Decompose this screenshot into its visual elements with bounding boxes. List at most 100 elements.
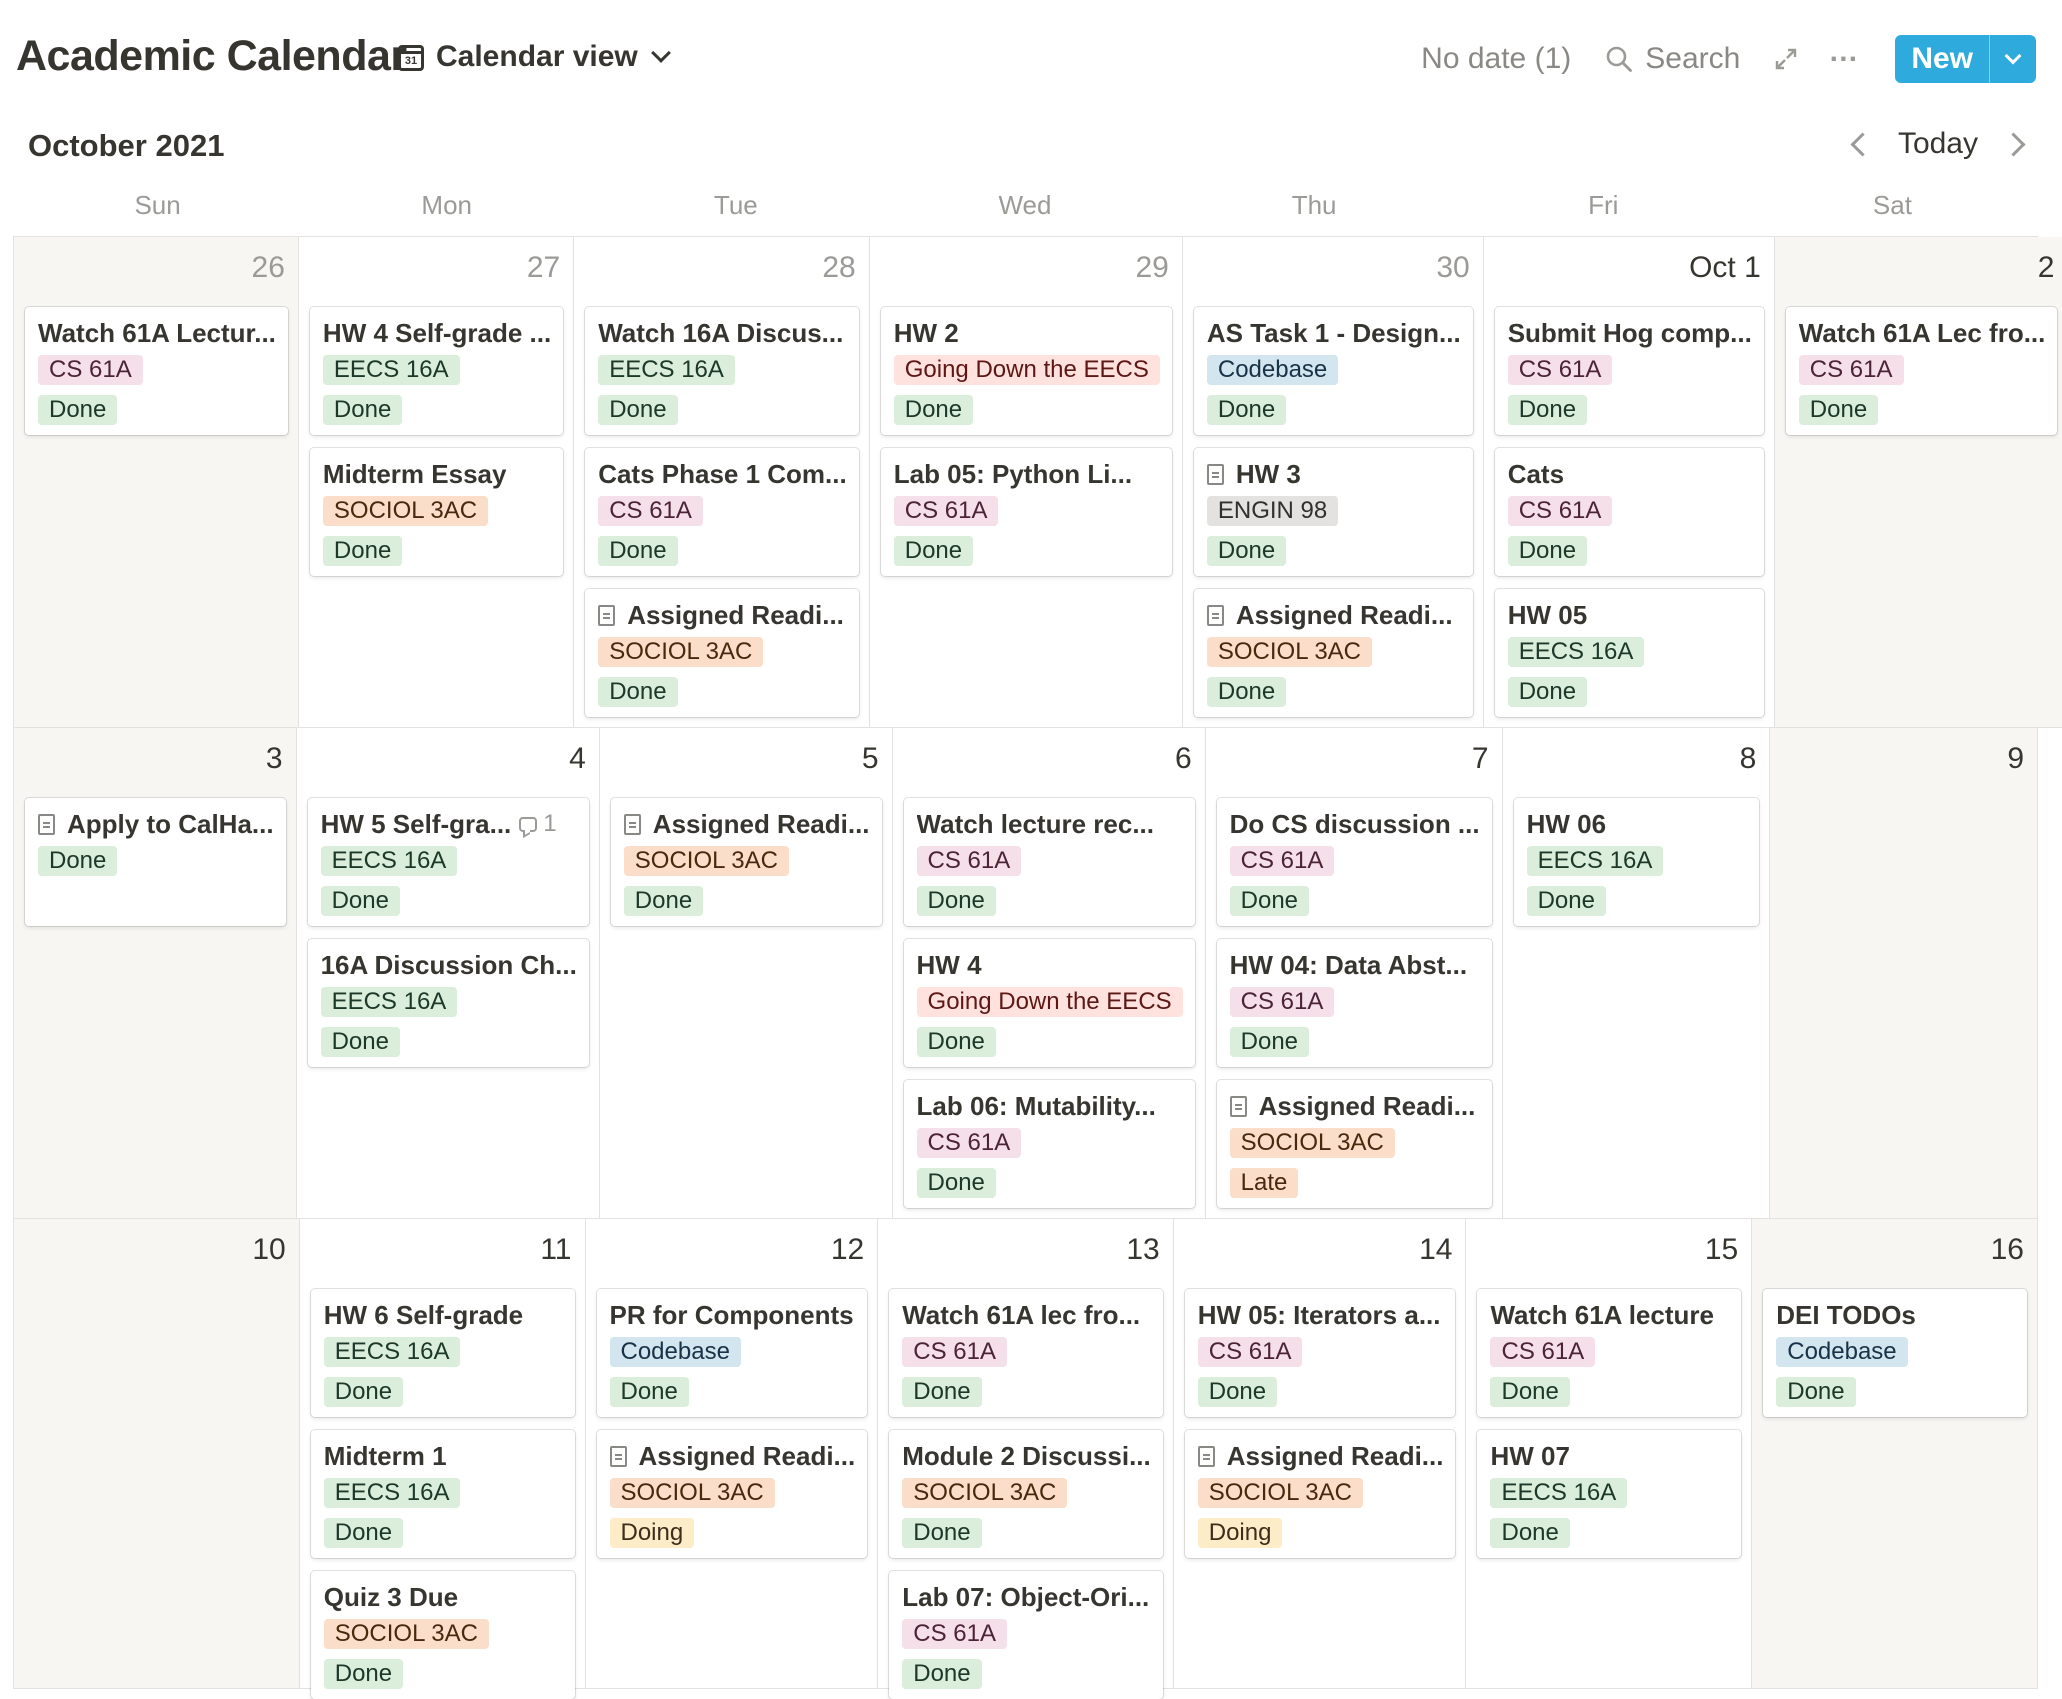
event-title: HW 05: Iterators a... xyxy=(1197,1300,1441,1330)
status-row: Done xyxy=(1229,1023,1480,1063)
course-tag: CS 61A xyxy=(598,496,703,526)
event-card[interactable]: Watch lecture rec... CS 61A Done xyxy=(903,798,1195,926)
event-card[interactable]: DEI TODOs Codebase Done xyxy=(1763,1289,2027,1417)
event-card[interactable]: HW 07 EECS 16A Done xyxy=(1477,1430,1742,1558)
status-row: Done xyxy=(902,1373,1151,1413)
calendar-day-cell[interactable]: Oct 1 Submit Hog comp... CS 61A Done Cats CS … xyxy=(1483,237,1775,728)
more-options-icon[interactable]: … xyxy=(1828,37,1859,67)
today-button[interactable]: Today xyxy=(1898,127,1978,161)
event-title: Cats xyxy=(1507,459,1565,489)
event-card[interactable]: HW 3 ENGIN 98 Done xyxy=(1193,448,1473,576)
day-number: 6 xyxy=(1174,742,1192,775)
calendar-day-cell[interactable]: 11 HW 6 Self-grade EECS 16A Done Midterm 1 EE… xyxy=(299,1219,586,1699)
event-card[interactable]: HW 05 EECS 16A Done xyxy=(1494,589,1764,717)
event-card[interactable]: Cats CS 61A Done xyxy=(1494,448,1764,576)
calendar-view-selector[interactable]: 31 Calendar view xyxy=(398,40,671,74)
event-card[interactable]: HW 05: Iterators a... CS 61A Done xyxy=(1184,1289,1456,1417)
event-title-row: HW 2 xyxy=(894,315,1160,351)
calendar-day-cell[interactable]: 7 Do CS discussion ... CS 61A Done HW 04: Da… xyxy=(1205,728,1503,1219)
course-tag: EECS 16A xyxy=(598,355,735,385)
day-number: 16 xyxy=(1990,1233,2024,1266)
event-card[interactable]: HW 04: Data Abst... CS 61A Done xyxy=(1216,939,1492,1067)
event-card[interactable]: Watch 61A lecture CS 61A Done xyxy=(1477,1289,1742,1417)
calendar-day-cell[interactable]: 14 HW 05: Iterators a... CS 61A Done Assigne… xyxy=(1173,1219,1467,1689)
event-card[interactable]: Do CS discussion ... CS 61A Done xyxy=(1216,798,1492,926)
calendar-day-cell[interactable]: 28 Watch 16A Discus... EECS 16A Done Cats Ph… xyxy=(574,237,870,728)
event-card[interactable]: Midterm Essay SOCIOL 3AC Done xyxy=(309,448,564,576)
new-dropdown-button[interactable] xyxy=(1989,35,2036,83)
next-month-button[interactable] xyxy=(1996,124,2036,164)
calendar-day-cell[interactable]: 2 Watch 61A Lec fro... CS 61A Done xyxy=(1774,237,2062,728)
calendar-day-cell[interactable]: 13 Watch 61A lec fro... CS 61A Done Module 2… xyxy=(878,1219,1174,1699)
event-card[interactable]: HW 5 Self-gra... 1 EECS 16A Done xyxy=(307,798,589,926)
course-tag: Going Down the EECS xyxy=(916,987,1183,1017)
event-card[interactable]: Apply to CalHa... Done xyxy=(25,798,286,926)
event-card[interactable]: Watch 16A Discus... EECS 16A Done xyxy=(585,307,859,435)
status-tag: Done xyxy=(38,395,118,425)
calendar-day-cell[interactable]: 29 HW 2 Going Down the EECS Done Lab 05: Pyt… xyxy=(869,237,1183,728)
new-button[interactable]: New xyxy=(1895,35,1989,83)
event-card[interactable]: Assigned Readi... SOCIOL 3AC Done xyxy=(610,798,882,926)
event-card[interactable]: HW 6 Self-grade EECS 16A Done xyxy=(310,1289,575,1417)
event-card[interactable]: HW 2 Going Down the EECS Done xyxy=(880,307,1172,435)
event-card[interactable]: Watch 61A Lec fro... CS 61A Done xyxy=(1785,307,2058,435)
event-card[interactable]: Lab 06: Mutability... CS 61A Done xyxy=(903,1080,1195,1208)
calendar-day-cell[interactable]: 15 Watch 61A lecture CS 61A Done HW 07 EECS 1… xyxy=(1466,1219,1753,1689)
status-row: Done xyxy=(902,1514,1151,1554)
event-card[interactable]: Assigned Readi... SOCIOL 3AC Doing xyxy=(1184,1430,1456,1558)
course-row: CS 61A xyxy=(916,842,1183,882)
calendar-day-cell[interactable]: 8 HW 06 EECS 16A Done xyxy=(1502,728,1771,1219)
event-card[interactable]: Submit Hog comp... CS 61A Done xyxy=(1494,307,1764,435)
event-card[interactable]: Assigned Readi... SOCIOL 3AC Done xyxy=(585,589,859,717)
event-card[interactable]: Assigned Readi... SOCIOL 3AC Late xyxy=(1216,1080,1492,1208)
course-row: EECS 16A xyxy=(1507,633,1752,673)
status-row: Done xyxy=(1206,673,1461,713)
event-card[interactable]: HW 4 Going Down the EECS Done xyxy=(903,939,1195,1067)
event-card[interactable]: PR for Components Codebase Done xyxy=(596,1289,868,1417)
previous-month-button[interactable] xyxy=(1840,124,1880,164)
calendar-day-cell[interactable]: 12 PR for Components Codebase Done Assigned … xyxy=(585,1219,879,1689)
status-tag: Done xyxy=(322,536,403,566)
calendar-day-cell[interactable]: 27 HW 4 Self-grade ... EECS 16A Done Midterm… xyxy=(298,237,575,728)
calendar-day-cell[interactable]: 3 Apply to CalHa... Done xyxy=(14,728,297,1219)
calendar-day-cell[interactable]: 16 DEI TODOs Codebase Done xyxy=(1752,1219,2038,1689)
event-card[interactable]: Lab 07: Object-Ori... CS 61A Done xyxy=(889,1571,1163,1699)
event-card[interactable]: Quiz 3 Due SOCIOL 3AC Done xyxy=(310,1571,575,1699)
day-number: 5 xyxy=(861,742,879,775)
calendar-day-cell[interactable]: 10 xyxy=(14,1219,300,1689)
event-card[interactable]: HW 06 EECS 16A Done xyxy=(1513,798,1760,926)
status-tag: Done xyxy=(623,886,704,916)
calendar-day-cell[interactable]: 26 Watch 61A Lectur... CS 61A Done xyxy=(14,237,299,728)
event-card[interactable]: Assigned Readi... SOCIOL 3AC Done xyxy=(1193,589,1473,717)
calendar-day-cell[interactable]: 9 xyxy=(1770,728,2038,1219)
event-title-row: Do CS discussion ... xyxy=(1230,806,1480,842)
event-card[interactable]: 16A Discussion Ch... EECS 16A Done xyxy=(307,939,589,1067)
day-number: 4 xyxy=(569,742,586,775)
status-row: Done xyxy=(916,1164,1183,1204)
day-number: 15 xyxy=(1704,1233,1739,1266)
event-title: Assigned Readi... xyxy=(1235,600,1453,630)
event-card[interactable]: Watch 61A Lectur... CS 61A Done xyxy=(25,307,288,435)
expand-icon[interactable] xyxy=(1774,47,1798,71)
event-card[interactable]: Cats Phase 1 Com... CS 61A Done xyxy=(585,448,859,576)
calendar-week: 26 Watch 61A Lectur... CS 61A Done 27 HW 4 Se… xyxy=(14,237,2062,728)
event-card[interactable]: Assigned Readi... SOCIOL 3AC Doing xyxy=(596,1430,868,1558)
event-title: HW 07 xyxy=(1490,1441,1570,1471)
event-title: HW 6 Self-grade xyxy=(323,1300,524,1330)
status-row: Done xyxy=(598,673,847,713)
course-tag: CS 61A xyxy=(38,355,143,385)
event-card[interactable]: HW 4 Self-grade ... EECS 16A Done xyxy=(309,307,564,435)
status-tag: Done xyxy=(916,1168,996,1198)
calendar-day-cell[interactable]: 6 Watch lecture rec... CS 61A Done HW 4 Going… xyxy=(892,728,1206,1219)
course-row: CS 61A xyxy=(902,1615,1151,1655)
calendar-day-cell[interactable]: 5 Assigned Readi... SOCIOL 3AC Done xyxy=(599,728,893,1219)
event-card[interactable]: Lab 05: Python Li... CS 61A Done xyxy=(880,448,1172,576)
event-card[interactable]: Midterm 1 EECS 16A Done xyxy=(310,1430,575,1558)
search-button[interactable]: Search xyxy=(1605,42,1740,76)
event-card[interactable]: Watch 61A lec fro... CS 61A Done xyxy=(889,1289,1163,1417)
event-card[interactable]: Module 2 Discussi... SOCIOL 3AC Done xyxy=(889,1430,1163,1558)
event-card[interactable]: AS Task 1 - Design... Codebase Done xyxy=(1193,307,1473,435)
no-date-button[interactable]: No date (1) xyxy=(1421,42,1571,76)
calendar-day-cell[interactable]: 4 HW 5 Self-gra... 1 EECS 16A Done 16A Discus… xyxy=(296,728,600,1219)
calendar-day-cell[interactable]: 30 AS Task 1 - Design... Codebase Done HW 3 E… xyxy=(1182,237,1484,728)
